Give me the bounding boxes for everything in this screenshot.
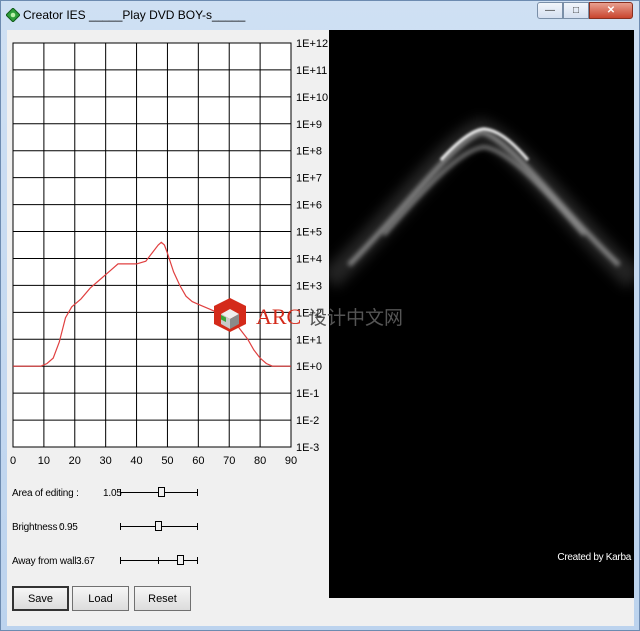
y-tick-label: 1E+4 (296, 253, 322, 265)
y-tick-label: 1E-3 (296, 442, 319, 454)
away-slider[interactable] (120, 555, 198, 567)
y-tick-label: 1E+5 (296, 227, 322, 239)
brightness-slider[interactable] (120, 521, 198, 533)
x-tick-label: 70 (223, 455, 235, 467)
maximize-button[interactable]: □ (563, 2, 589, 19)
maximize-icon: □ (572, 5, 580, 16)
x-tick-label: 50 (161, 455, 173, 467)
load-button[interactable]: Load (72, 586, 129, 611)
app-window: Creator IES _____Play DVD BOY-s_____ — □… (0, 0, 640, 631)
title-bar[interactable]: Creator IES _____Play DVD BOY-s_____ — □… (1, 1, 639, 29)
brightness-slider-thumb[interactable] (154, 521, 162, 531)
window-title: Creator IES _____Play DVD BOY-s_____ (23, 8, 246, 22)
y-tick-label: 1E+12 (296, 38, 328, 50)
x-tick-label: 40 (130, 455, 142, 467)
minimize-icon: — (545, 5, 555, 16)
y-tick-label: 1E+6 (296, 200, 322, 212)
y-tick-label: 1E+1 (296, 334, 322, 346)
minimize-button[interactable]: — (537, 2, 563, 19)
window-controls: — □ ✕ (537, 2, 633, 19)
y-tick-label: 1E+8 (296, 146, 322, 158)
y-tick-label: 1E+10 (296, 92, 328, 104)
x-tick-label: 0 (10, 455, 16, 467)
y-tick-label: 1E-1 (296, 388, 319, 400)
brightness-label: Brightness : (12, 522, 63, 533)
brightness-value: 0.95 (59, 522, 78, 533)
x-tick-label: 10 (38, 455, 50, 467)
away-value: 3.67 (76, 556, 95, 567)
area-slider-thumb[interactable] (157, 487, 165, 497)
y-tick-label: 1E+0 (296, 361, 322, 373)
watermark-brand: ARC (256, 304, 301, 329)
watermark-text: 设计中文网 (308, 307, 403, 329)
y-tick-label: 1E-2 (296, 415, 319, 427)
x-tick-label: 30 (100, 455, 112, 467)
away-label: Away from wall : (12, 556, 82, 567)
plot-area (12, 42, 292, 448)
arc-watermark-logo: ARC 设计中文网 (214, 298, 403, 332)
x-tick-label: 60 (192, 455, 204, 467)
save-button[interactable]: Save (12, 586, 69, 611)
area-slider[interactable] (120, 487, 198, 499)
y-tick-label: 1E+7 (296, 173, 322, 185)
client-area: 0 10 20 30 40 50 60 70 80 90 1E-3 1E-2 1E-1 1E+0 1E+1 1… (7, 30, 634, 626)
x-tick-label: 90 (285, 455, 297, 467)
reset-button[interactable]: Reset (134, 586, 191, 611)
y-tick-label: 1E+3 (296, 280, 322, 292)
area-label: Area of editing : (12, 488, 79, 499)
credit-text: Created by Karba (557, 552, 631, 563)
x-tick-label: 80 (254, 455, 266, 467)
y-tick-label: 1E+9 (296, 119, 322, 131)
area-value: 1.05 (103, 488, 122, 499)
close-icon: ✕ (606, 5, 616, 16)
intensity-graph[interactable]: 0 10 20 30 40 50 60 70 80 901E-31E-21E-11E+01E+11… (7, 30, 329, 480)
away-slider-thumb[interactable] (177, 555, 185, 565)
y-tick-label: 1E+11 (296, 65, 327, 77)
close-button[interactable]: ✕ (589, 2, 633, 19)
app-icon (6, 8, 20, 22)
x-tick-label: 20 (69, 455, 81, 467)
